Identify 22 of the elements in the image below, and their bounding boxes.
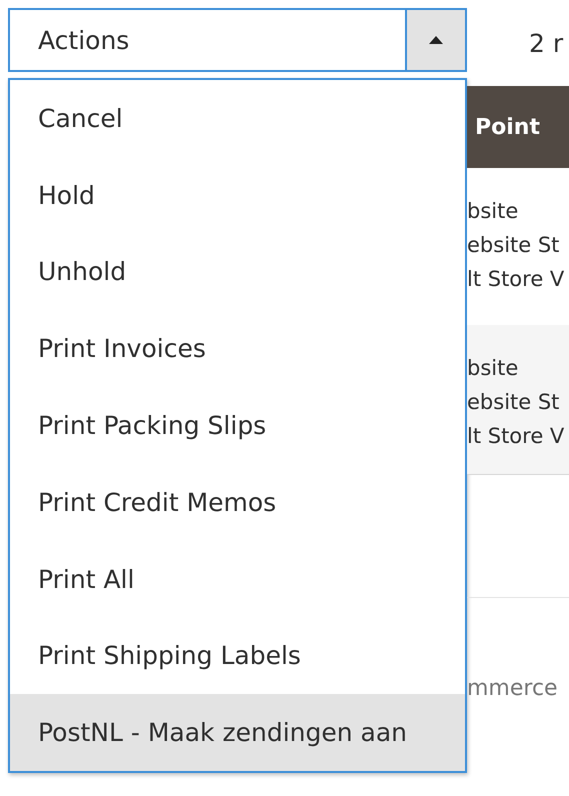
records-count: 2 r: [528, 28, 564, 60]
footer-text: mmerce: [467, 676, 559, 701]
menu-item[interactable]: Print Credit Memos: [10, 464, 465, 541]
caret-icon: [429, 36, 443, 44]
table-cell-text: bsite: [467, 355, 520, 382]
menu-item[interactable]: Cancel: [10, 80, 465, 157]
menu-item[interactable]: Print Invoices: [10, 310, 465, 388]
menu-item[interactable]: Hold: [10, 156, 465, 234]
menu-item[interactable]: PostNL - Maak zendingen aan: [10, 694, 465, 772]
table-cell-text: ebsite St: [467, 389, 560, 416]
table-cell-text: lt Store V: [467, 423, 566, 450]
actions-select[interactable]: Actions: [8, 8, 467, 72]
dropdown-toggle[interactable]: [405, 10, 465, 70]
menu-item[interactable]: Print All: [10, 540, 465, 618]
column-header: Point: [467, 86, 569, 168]
menu-item[interactable]: Print Shipping Labels: [10, 618, 465, 694]
select-label: Actions: [37, 24, 130, 56]
menu-item[interactable]: Print Packing Slips: [10, 387, 465, 464]
menu-item[interactable]: Unhold: [10, 234, 465, 310]
table-cell-text: lt Store V: [467, 266, 566, 293]
table-cell-text: ebsite St: [467, 232, 560, 259]
table-cell-text: bsite: [467, 198, 520, 225]
